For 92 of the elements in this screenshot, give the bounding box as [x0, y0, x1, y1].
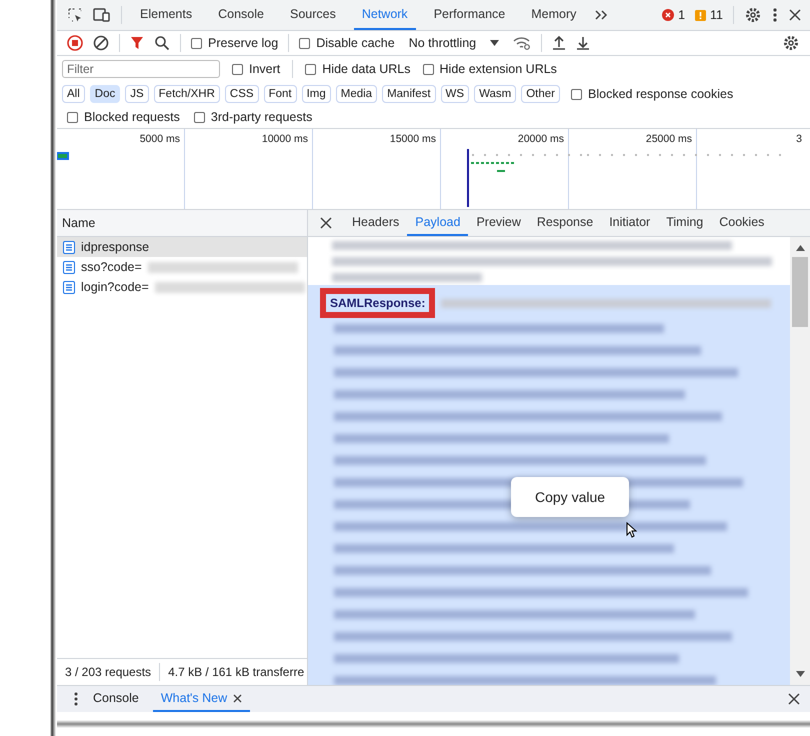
checkbox[interactable] — [571, 88, 582, 100]
cursor-icon — [626, 522, 637, 538]
type-filter-chip[interactable]: Other — [521, 85, 560, 103]
request-name: login?code= — [81, 280, 149, 294]
checkbox[interactable] — [299, 38, 310, 48]
timeline-tick-label: 5000 ms — [140, 133, 180, 145]
throttling-dropdown[interactable]: No throttling — [404, 34, 504, 52]
upload-icon[interactable] — [552, 35, 566, 51]
scroll-down-icon[interactable] — [796, 671, 804, 677]
menu-item[interactable]: Copy value — [511, 483, 630, 511]
column-header: Name — [57, 210, 307, 237]
more-tabs-icon[interactable] — [594, 9, 608, 21]
scroll-thumb[interactable] — [792, 257, 808, 327]
panel-tab[interactable]: Sources — [282, 0, 344, 30]
settings-icon[interactable] — [782, 34, 800, 52]
close-icon[interactable] — [788, 693, 800, 705]
error-count: 1 — [678, 8, 686, 22]
request-row[interactable]: idpresponse — [57, 237, 307, 257]
drawer-tab[interactable]: Console — [85, 686, 147, 712]
request-name: idpresponse — [81, 240, 150, 254]
checkbox-label: Preserve log — [208, 36, 278, 50]
type-filter-chip[interactable]: Manifest — [382, 85, 436, 103]
close-icon[interactable] — [320, 217, 332, 229]
close-icon[interactable] — [233, 694, 242, 702]
type-filter-chip[interactable]: Media — [336, 85, 378, 103]
checkbox[interactable] — [422, 64, 434, 74]
search-icon[interactable] — [154, 35, 170, 51]
wifi-gear-icon[interactable] — [513, 36, 532, 50]
type-filter-chip[interactable]: Doc — [90, 85, 120, 103]
type-filter-chip[interactable]: All — [62, 85, 85, 103]
detail-tab[interactable]: Response — [528, 210, 602, 236]
detail-tab[interactable]: Preview — [468, 210, 529, 236]
checkbox[interactable] — [194, 112, 205, 122]
scroll-up-icon[interactable] — [796, 245, 804, 251]
payload-key: SAMLResponse: — [330, 296, 426, 310]
error-icon — [662, 9, 674, 21]
request-count: 3 / 203 requests — [65, 665, 152, 679]
transfer-size: 4.7 kB / 161 kB transferre — [168, 665, 304, 679]
checkbox[interactable] — [67, 112, 78, 122]
caret-icon — [490, 40, 500, 46]
checkbox[interactable] — [232, 64, 243, 74]
filter-input[interactable]: Filter — [62, 60, 220, 78]
detail-tab[interactable]: Payload — [407, 210, 468, 236]
timeline-tick-label: 3 — [796, 133, 802, 145]
detail-tab[interactable]: Timing — [658, 210, 712, 236]
close-icon[interactable] — [788, 8, 802, 22]
checkbox-label: Hide data URLs — [322, 62, 411, 76]
timeline-tick-label: 15000 ms — [390, 133, 436, 145]
checkbox[interactable] — [191, 38, 202, 48]
panel-tab[interactable]: Elements — [132, 0, 200, 30]
request-row[interactable]: login?code= — [57, 277, 307, 297]
warning-icon — [695, 10, 706, 20]
type-filter-chip[interactable]: Font — [264, 85, 297, 103]
detail-tab[interactable]: Initiator — [601, 210, 658, 236]
warning-count: 11 — [710, 8, 723, 22]
more-options-icon[interactable] — [772, 7, 778, 23]
panel-tab[interactable]: Network — [354, 0, 416, 30]
request-name: sso?code= — [81, 260, 142, 274]
checkbox-label: Disable cache — [316, 36, 395, 50]
request-row[interactable]: sso?code= — [57, 257, 307, 277]
checkbox-label: 3rd-party requests — [210, 110, 312, 124]
checkbox-label: Blocked response cookies — [588, 87, 734, 101]
panel-tab[interactable]: Performance — [426, 0, 514, 30]
type-filter-chip[interactable]: WS — [440, 85, 470, 103]
document-icon — [63, 240, 75, 254]
panel-tab[interactable]: Console — [210, 0, 272, 30]
type-filter-chip[interactable]: CSS — [224, 85, 259, 103]
type-filter-chip[interactable]: Img — [302, 85, 331, 103]
checkbox[interactable] — [305, 64, 316, 74]
scrollbar[interactable] — [790, 237, 810, 685]
inspect-icon[interactable] — [67, 7, 83, 23]
type-filter-chip[interactable]: Wasm — [474, 85, 516, 103]
type-filter-chip[interactable]: Fetch/XHR — [154, 85, 220, 103]
filter-icon[interactable] — [130, 36, 144, 50]
detail-tab[interactable]: Cookies — [711, 210, 772, 236]
clear-icon[interactable] — [93, 35, 109, 51]
checkbox-label: Blocked requests — [84, 110, 180, 124]
more-options-icon[interactable] — [73, 692, 79, 706]
record-stop-icon[interactable] — [67, 35, 83, 51]
settings-icon[interactable] — [744, 6, 762, 24]
checkbox-label: Hide extension URLs — [440, 62, 557, 76]
type-filter-chip[interactable]: JS — [125, 85, 149, 103]
device-toolbar-icon[interactable] — [93, 7, 111, 23]
checkbox-label: Invert — [249, 62, 280, 76]
detail-tab[interactable]: Headers — [344, 210, 408, 236]
panel-tab[interactable]: Memory — [523, 0, 584, 30]
timeline-tick-label: 10000 ms — [262, 133, 308, 145]
document-icon — [63, 280, 75, 294]
download-icon[interactable] — [576, 35, 590, 51]
document-icon — [63, 260, 75, 274]
timeline-tick-label: 20000 ms — [518, 133, 564, 145]
timeline-tick-label: 25000 ms — [646, 133, 692, 145]
